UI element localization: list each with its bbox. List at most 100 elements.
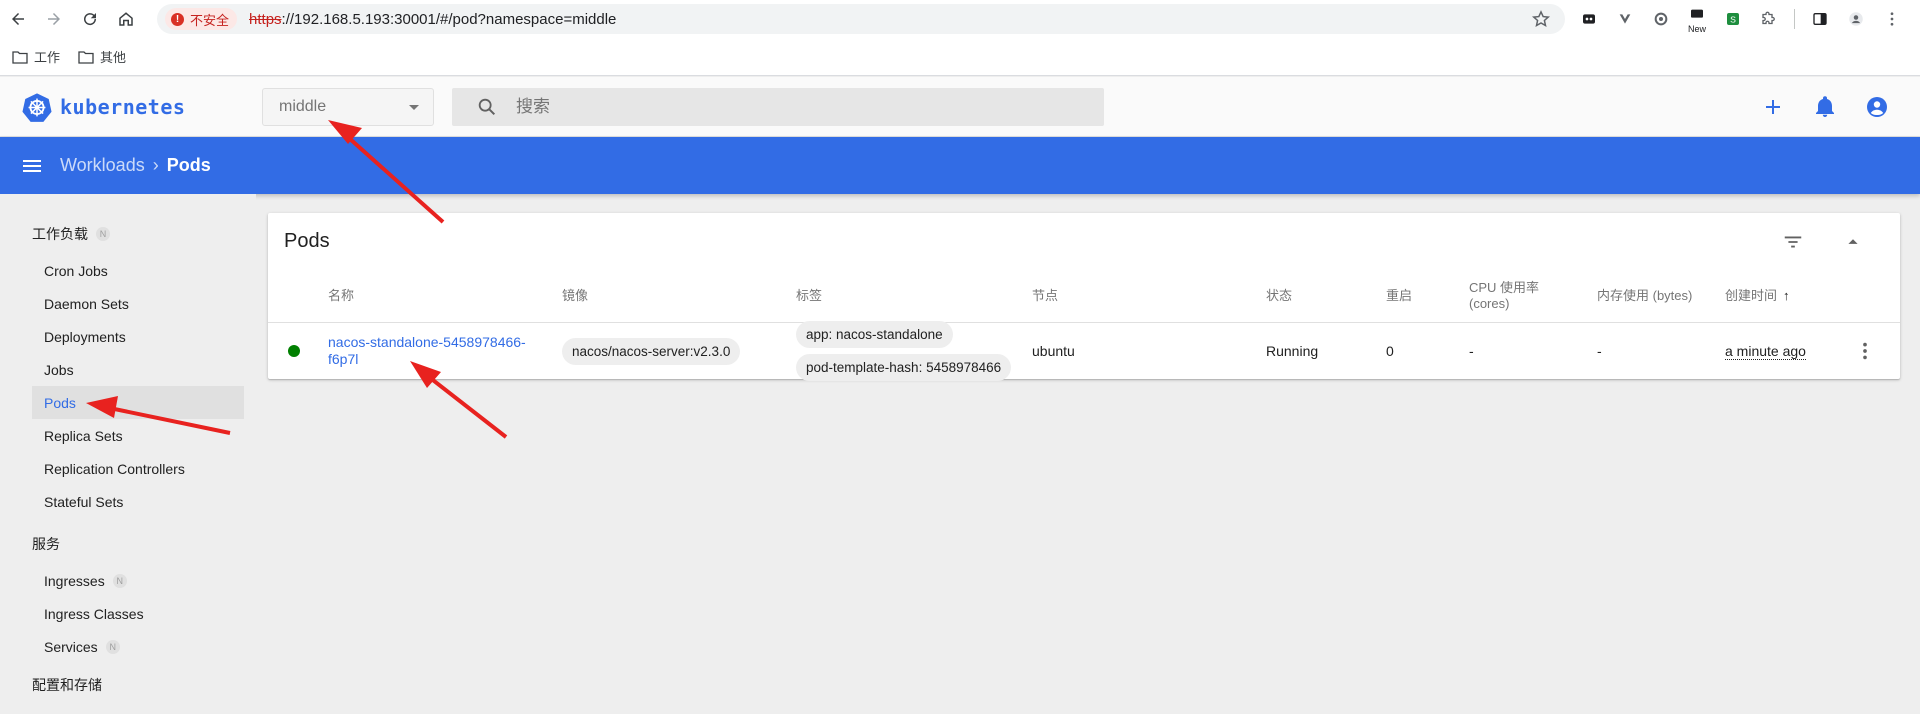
column-header-cpu: CPU 使用率 (cores) [1469,269,1539,323]
column-header-node[interactable]: 节点 [1032,269,1058,323]
sidebar-item-replication-controllers[interactable]: Replication Controllers [32,452,244,485]
column-header-created[interactable]: 创建时间 ↑ [1725,269,1790,323]
bookmark-label: 其他 [100,50,127,65]
table-row: nacos-standalone-5458978466-f6p7l nacos/… [268,321,1900,381]
sidebar-item-label: Deployments [44,328,126,345]
insecure-label: 不安全 [190,12,230,28]
sidebar-item-services[interactable]: Services N [32,630,244,663]
url-scheme: https [249,10,282,28]
sidebar-item-pods[interactable]: Pods [32,386,244,419]
side-panel-icon[interactable] [1803,0,1837,38]
status-cell: Running [1266,343,1319,359]
created-header-label: 创建时间 [1725,288,1778,303]
memory-cell: - [1597,343,1602,359]
extensions-icon[interactable] [1752,0,1786,38]
column-header-labels: 标签 [796,288,823,303]
bookmark-label: 工作 [34,50,61,65]
search-input[interactable] [516,97,1076,117]
breadcrumb-bar: Workloads › Pods [0,137,1920,194]
ext-1-icon[interactable] [1572,0,1606,38]
address-bar[interactable]: ! 不安全 https://192.168.5.193:30001/#/pod?… [157,4,1565,34]
pod-name-cell: nacos-standalone-5458978466-f6p7l [328,323,538,379]
warning-icon: ! [171,12,184,26]
sidebar-item-ingress-classes[interactable]: Ingress Classes [32,597,244,630]
folder-icon [12,50,28,64]
ext-new-icon[interactable]: New [1680,0,1714,38]
pod-name-link[interactable]: nacos-standalone-5458978466-f6p7l [328,334,538,368]
card-actions [1782,231,1864,253]
column-header-status[interactable]: 状态 [1266,269,1292,323]
labels-cell: app: nacos-standalone pod-template-hash:… [796,321,1012,381]
account-icon[interactable] [1862,92,1892,122]
sidebar-item-stateful-sets[interactable]: Stateful Sets [32,485,244,518]
brand[interactable]: kubernetes [22,92,185,122]
sidebar-item-deployments[interactable]: Deployments [32,320,244,353]
row-menu-icon[interactable] [1854,323,1876,379]
status-indicator [288,323,300,379]
sidebar: 工作负载 N Cron Jobs Daemon Sets Deployments… [0,194,256,714]
sidebar-item-label: Stateful Sets [44,493,124,510]
new-badge: N [112,573,127,588]
cpu-cell: - [1469,343,1474,359]
image-chip: nacos/nacos-server:v2.3.0 [562,337,741,365]
browser-menu-icon[interactable] [1875,0,1909,38]
sidebar-item-daemon-sets[interactable]: Daemon Sets [32,287,244,320]
breadcrumb-current: Pods [166,155,211,175]
sidebar-item-cron-jobs[interactable]: Cron Jobs [32,254,244,287]
notifications-icon[interactable] [1810,92,1840,122]
filter-icon[interactable] [1782,231,1804,253]
section-title: 工作负载 [32,226,88,242]
bookmark-folder-other[interactable]: 其他 [78,47,126,66]
reload-icon[interactable] [72,0,108,38]
sidebar-item-label: Ingress Classes [44,605,144,622]
new-badge: N [96,227,110,241]
app-toolbar: kubernetes middle [0,77,1920,137]
bookmark-star-icon[interactable] [1531,9,1551,29]
column-header-name[interactable]: 名称 [328,269,354,323]
back-icon[interactable] [0,0,36,38]
breadcrumb-workloads[interactable]: Workloads [60,155,145,176]
ext-s-icon[interactable]: S [1716,0,1750,38]
kubernetes-logo-icon [22,93,52,122]
sidebar-item-label: Services [44,638,98,655]
section-title: 配置和存储 [32,677,102,693]
folder-icon [78,50,94,64]
sidebar-item-label: Ingresses [44,572,105,589]
forward-icon[interactable] [36,0,72,38]
insecure-chip[interactable]: ! 不安全 [165,8,238,30]
new-badge: New [1687,24,1706,34]
chevron-right-icon: › [152,155,159,175]
search-box[interactable] [452,88,1104,126]
running-dot-icon [288,345,300,357]
namespace-select[interactable]: middle [262,88,434,126]
ext-3-icon[interactable] [1644,0,1678,38]
extensions-row: New S [1572,0,1909,38]
home-icon[interactable] [108,0,144,38]
created-age: a minute ago [1725,342,1806,360]
sidebar-item-label: Cron Jobs [44,262,108,279]
sidebar-section-services[interactable]: 服务 [0,532,256,556]
sidebar-section-workloads[interactable]: 工作负载 N [0,222,256,246]
sidebar-item-ingresses[interactable]: Ingresses N [32,564,244,597]
cpu-header-line2: (cores) [1469,296,1510,311]
sidebar-section-config-storage[interactable]: 配置和存储 [0,673,256,697]
ext-2-icon[interactable] [1608,0,1642,38]
sidebar-item-jobs[interactable]: Jobs [32,353,244,386]
bookmark-folder-work[interactable]: 工作 [12,47,60,66]
column-header-memory: 内存使用 (bytes) [1597,288,1693,303]
sort-arrow-up-icon: ↑ [1783,288,1790,303]
card-title: Pods [284,230,330,252]
profile-icon[interactable] [1839,0,1873,38]
caret-down-icon [409,105,419,110]
menu-icon[interactable] [20,154,44,178]
label-chip: app: nacos-standalone [796,321,953,348]
section-title: 服务 [32,536,60,552]
search-icon [478,98,496,116]
create-icon[interactable] [1758,92,1788,122]
bookmarks-bar: 工作 其他 [0,38,1920,76]
column-header-restarts[interactable]: 重启 [1386,269,1412,323]
collapse-icon[interactable] [1842,231,1864,253]
sidebar-item-label: Pods [44,394,76,411]
sidebar-item-replica-sets[interactable]: Replica Sets [32,419,244,452]
label-chip: pod-template-hash: 5458978466 [796,354,1012,381]
